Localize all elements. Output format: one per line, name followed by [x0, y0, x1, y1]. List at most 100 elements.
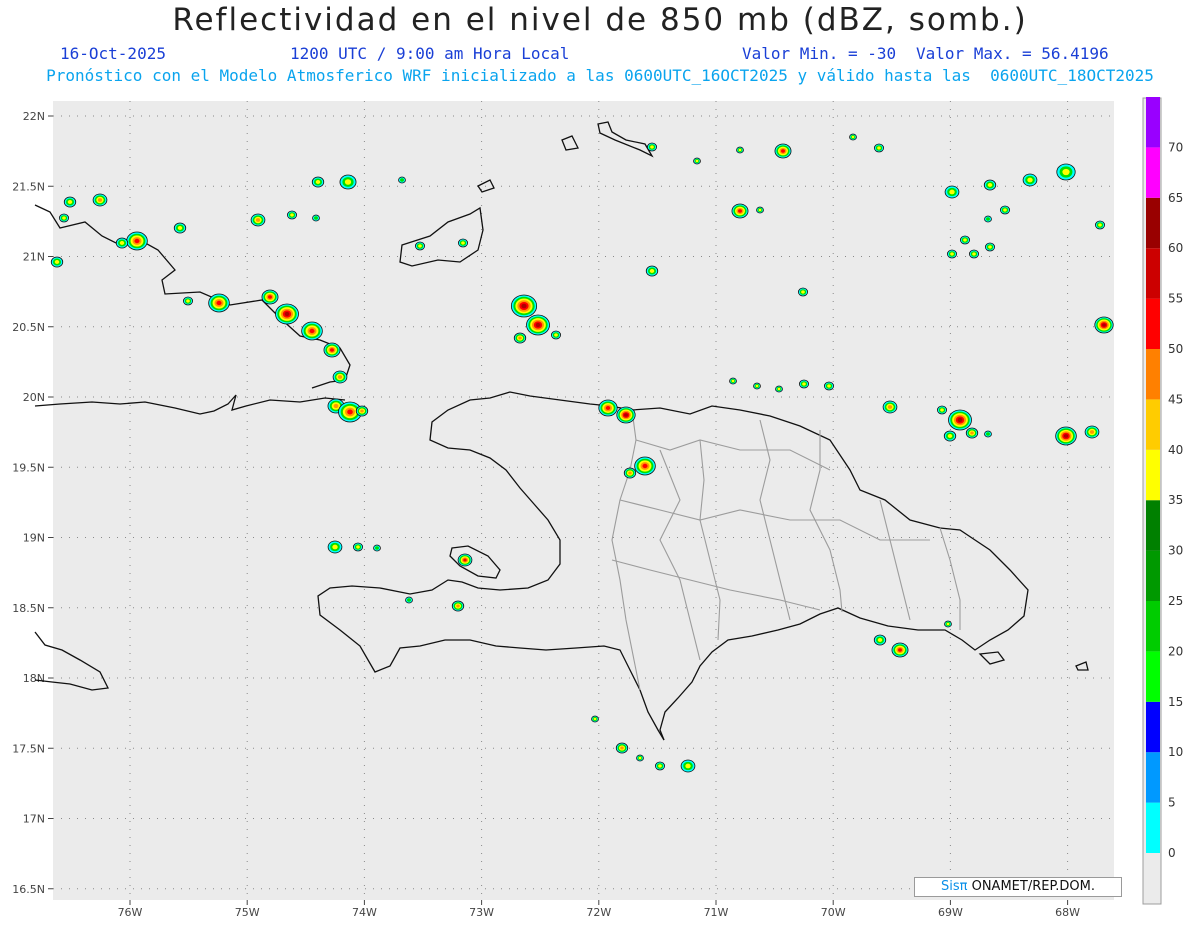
echo-contour	[685, 763, 691, 769]
echo-cell	[983, 179, 997, 191]
echo-cell	[985, 242, 996, 252]
lat-label: 20N	[23, 391, 45, 404]
echo-cell	[1084, 425, 1100, 439]
echo-cell	[126, 231, 148, 251]
echo-cell	[414, 241, 425, 251]
echo-contour	[268, 295, 272, 299]
lat-label: 19N	[23, 532, 45, 545]
echo-contour	[315, 180, 321, 184]
echo-contour	[986, 217, 990, 221]
echo-cell	[1056, 163, 1076, 181]
echo-contour	[62, 216, 66, 220]
echo-cell	[526, 314, 550, 336]
echo-contour	[642, 463, 648, 469]
echo-contour	[119, 241, 125, 245]
echo-contour	[356, 545, 360, 549]
echo-cell	[405, 596, 413, 604]
echo-cell	[323, 342, 341, 358]
echo-contour	[186, 299, 190, 303]
colorbar-segment	[1146, 651, 1160, 702]
echo-cell	[753, 382, 761, 390]
echo-cell	[731, 203, 749, 219]
echo-cell	[275, 303, 299, 325]
echo-cell	[984, 430, 992, 438]
echo-contour	[456, 604, 460, 608]
echo-contour	[731, 379, 735, 383]
echo-contour	[1003, 208, 1007, 212]
echo-cell	[261, 289, 279, 305]
echo-contour	[887, 405, 893, 409]
echo-cell	[1000, 205, 1011, 215]
echo-cell	[655, 761, 666, 771]
echo-contour	[802, 382, 806, 386]
lat-label: 16.5N	[12, 883, 45, 896]
echo-contour	[755, 384, 759, 388]
colorbar-segment	[1146, 550, 1160, 601]
lat-label: 22N	[23, 110, 45, 123]
echo-contour	[255, 218, 261, 222]
echo-cell	[943, 430, 957, 442]
echo-contour	[332, 544, 338, 550]
echo-contour	[347, 409, 353, 415]
echo-cell	[327, 540, 343, 554]
echo-contour	[738, 209, 742, 213]
echo-cell	[729, 377, 737, 385]
echo-cell	[115, 237, 129, 249]
echo-cell	[1022, 173, 1038, 187]
colorbar-segment	[1146, 500, 1160, 551]
echo-contour	[987, 183, 993, 187]
echo-cell	[965, 427, 979, 439]
colorbar: 0 5 10 15 20 25 30 35 40 45 50 55 60 65 70	[1146, 97, 1183, 860]
colorbar-segment	[1146, 802, 1160, 853]
echo-cell	[92, 193, 108, 207]
echo-cell	[591, 715, 599, 723]
colorbar-label: 0	[1168, 846, 1176, 860]
colorbar-segment	[1146, 752, 1160, 803]
echo-contour	[781, 149, 785, 153]
lon-label: 74W	[352, 906, 377, 919]
echo-contour	[593, 717, 597, 721]
echo-contour	[314, 216, 318, 220]
echo-cell	[50, 256, 64, 268]
echo-contour	[1102, 323, 1106, 327]
echo-cell	[332, 370, 348, 384]
echo-cell	[636, 754, 644, 762]
echo-contour	[649, 269, 655, 273]
colorbar-label: 15	[1168, 695, 1183, 709]
echo-cell	[301, 321, 323, 341]
echo-contour	[658, 764, 662, 768]
echo-contour	[518, 336, 522, 340]
echo-contour	[638, 756, 642, 760]
colorbar-segment	[1146, 601, 1160, 652]
echo-cell	[208, 293, 230, 313]
echo-cell	[457, 238, 468, 248]
colorbar-label: 20	[1168, 644, 1183, 658]
echo-cell	[339, 174, 357, 190]
colorbar-segment	[1146, 248, 1160, 299]
echo-cell	[1094, 316, 1114, 334]
colorbar-segment	[1146, 298, 1160, 349]
lat-label: 17.5N	[12, 742, 45, 755]
echo-cell	[1095, 220, 1106, 230]
echo-cell	[311, 176, 325, 188]
colorbar-segment	[1146, 349, 1160, 400]
echo-cell	[373, 544, 381, 552]
echo-cell	[948, 409, 972, 431]
echo-contour	[851, 135, 855, 139]
echo-contour	[1027, 177, 1033, 183]
echo-cell	[736, 146, 744, 154]
reflectivity-map: 22N 21.5N 21N 20.5N 20N 19.5N 19N 18.5N 18N 17.5N…	[12, 97, 1183, 919]
echo-contour	[628, 471, 632, 475]
echo-cell	[1055, 426, 1077, 446]
echo-contour	[535, 322, 541, 328]
map-background	[53, 101, 1114, 900]
echo-contour	[67, 200, 73, 204]
echo-cell	[598, 399, 618, 417]
echo-cell	[634, 456, 656, 476]
echo-cell	[849, 133, 857, 141]
echo-contour	[877, 146, 881, 150]
echo-cell	[398, 176, 406, 184]
echo-contour	[946, 622, 950, 626]
colorbar-segment	[1146, 449, 1160, 501]
echo-contour	[950, 252, 954, 256]
